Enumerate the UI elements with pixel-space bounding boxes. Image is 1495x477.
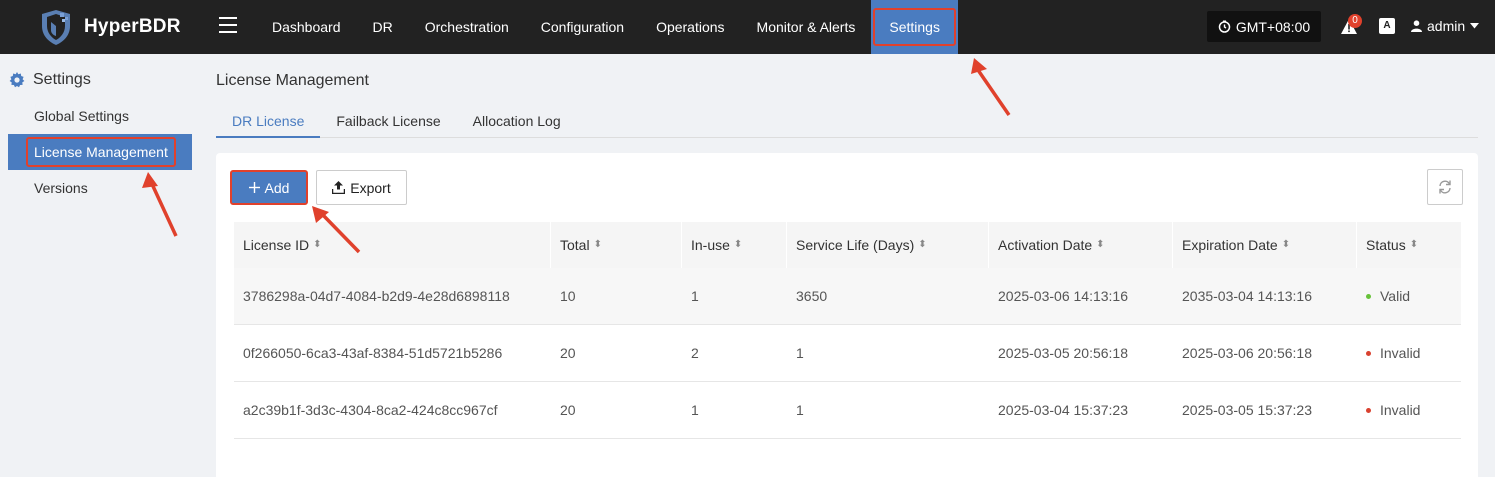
nav-settings[interactable]: Settings bbox=[871, 0, 958, 54]
column-label: Total bbox=[560, 237, 590, 253]
sidebar: Settings Global Settings License Managem… bbox=[0, 54, 200, 477]
sort-icon: ⬍ bbox=[733, 239, 743, 250]
expiration-date-cell: 2025-03-06 20:56:18 bbox=[1182, 345, 1312, 361]
status-label: Valid bbox=[1380, 288, 1411, 304]
in-use-cell: 1 bbox=[691, 288, 699, 304]
sort-icon: ⬍ bbox=[313, 239, 322, 250]
app-logo[interactable]: HyperBDR bbox=[38, 8, 181, 46]
nav-operations[interactable]: Operations bbox=[640, 0, 740, 54]
sidebar-item-versions[interactable]: Versions bbox=[8, 170, 192, 206]
tab-failback-license[interactable]: Failback License bbox=[320, 104, 456, 138]
activation-date-cell: 2025-03-05 20:56:18 bbox=[998, 345, 1128, 361]
nav-dashboard[interactable]: Dashboard bbox=[256, 0, 357, 54]
plus-icon bbox=[248, 182, 260, 193]
column-label: Service Life (Days) bbox=[796, 237, 915, 253]
refresh-button[interactable] bbox=[1427, 169, 1463, 205]
page-title: License Management bbox=[216, 72, 369, 89]
timezone-label: GMT+08:00 bbox=[1235, 18, 1311, 35]
nav-configuration[interactable]: Configuration bbox=[525, 0, 640, 54]
activation-date-cell: 2025-03-06 14:13:16 bbox=[998, 288, 1128, 304]
column-label: Activation Date bbox=[998, 237, 1093, 253]
total-cell: 10 bbox=[560, 288, 576, 304]
main-nav: Dashboard DR Orchestration Configuration… bbox=[256, 0, 958, 54]
top-navbar: HyperBDR Dashboard DR Orchestration Conf… bbox=[0, 0, 1495, 54]
status-label: Invalid bbox=[1380, 402, 1421, 418]
status-dot-icon bbox=[1366, 407, 1371, 413]
expiration-date-cell: 2035-03-04 14:13:16 bbox=[1182, 288, 1312, 304]
clock-icon bbox=[1218, 20, 1231, 33]
in-use-cell: 1 bbox=[691, 402, 699, 418]
export-button[interactable]: Export bbox=[316, 170, 407, 205]
activation-date-cell: 2025-03-04 15:37:23 bbox=[998, 402, 1128, 418]
service-life-cell: 1 bbox=[796, 402, 804, 418]
upload-icon bbox=[332, 181, 346, 194]
status-cell: Invalid bbox=[1357, 382, 1461, 439]
total-cell: 20 bbox=[560, 345, 576, 361]
column-header-in-use[interactable]: In-use ⬍ bbox=[682, 222, 787, 268]
sort-icon: ⬍ bbox=[1281, 239, 1291, 250]
column-header-activation-date[interactable]: Activation Date ⬍ bbox=[989, 222, 1173, 268]
sidebar-item-global-settings[interactable]: Global Settings bbox=[8, 98, 192, 134]
gear-icon bbox=[9, 72, 25, 88]
sidebar-item-label: License Management bbox=[26, 137, 176, 167]
sidebar-header: Settings bbox=[9, 71, 91, 89]
column-label: Status bbox=[1366, 237, 1406, 253]
shield-logo-icon bbox=[42, 10, 70, 45]
user-menu[interactable]: admin bbox=[1411, 18, 1480, 34]
sort-icon: ⬍ bbox=[593, 239, 602, 250]
column-header-expiration-date[interactable]: Expiration Date ⬍ bbox=[1173, 222, 1357, 268]
service-life-cell: 3650 bbox=[796, 288, 828, 304]
license-table: License ID ⬍ Total ⬍ In-use ⬍ Service Life … bbox=[234, 222, 1461, 439]
nav-settings-label: Settings bbox=[873, 8, 956, 46]
tab-allocation-log[interactable]: Allocation Log bbox=[457, 104, 577, 138]
export-button-label: Export bbox=[350, 179, 391, 196]
user-icon bbox=[1411, 20, 1422, 32]
status-cell: Invalid bbox=[1357, 325, 1461, 382]
alert-count-badge: 0 bbox=[1348, 14, 1362, 28]
sidebar-title: Settings bbox=[33, 71, 91, 88]
license-id-cell: 3786298a-04d7-4084-b2d9-4e28d6898118 bbox=[243, 288, 510, 304]
service-life-cell: 1 bbox=[796, 345, 804, 361]
total-cell: 20 bbox=[560, 402, 576, 418]
column-header-service-life[interactable]: Service Life (Days) ⬍ bbox=[787, 222, 989, 268]
table-row[interactable]: 3786298a-04d7-4084-b2d9-4e28d6898118 10 … bbox=[234, 268, 1461, 325]
column-header-status[interactable]: Status ⬍ bbox=[1357, 222, 1461, 268]
license-tabs: DR License Failback License Allocation L… bbox=[216, 104, 1478, 138]
nav-dr[interactable]: DR bbox=[357, 0, 409, 54]
timezone-display[interactable]: GMT+08:00 bbox=[1207, 11, 1321, 42]
nav-monitor-alerts[interactable]: Monitor & Alerts bbox=[741, 0, 872, 54]
column-header-license-id[interactable]: License ID ⬍ bbox=[234, 222, 551, 268]
nav-orchestration[interactable]: Orchestration bbox=[409, 0, 525, 54]
license-id-cell: a2c39b1f-3d3c-4304-8ca2-424c8cc967cf bbox=[243, 402, 498, 418]
column-label: License ID bbox=[243, 237, 310, 253]
add-license-button[interactable]: Add bbox=[230, 170, 308, 205]
table-row[interactable]: a2c39b1f-3d3c-4304-8ca2-424c8cc967cf 20 … bbox=[234, 382, 1461, 439]
status-dot-icon bbox=[1366, 350, 1371, 356]
expiration-date-cell: 2025-03-05 15:37:23 bbox=[1182, 402, 1312, 418]
column-label: Expiration Date bbox=[1182, 237, 1278, 253]
refresh-icon bbox=[1439, 180, 1451, 194]
in-use-cell: 2 bbox=[691, 345, 699, 361]
sort-icon: ⬍ bbox=[918, 239, 927, 250]
sort-icon: ⬍ bbox=[1096, 239, 1105, 250]
sort-icon: ⬍ bbox=[1409, 239, 1419, 250]
column-header-total[interactable]: Total ⬍ bbox=[551, 222, 682, 268]
table-row[interactable]: 0f266050-6ca3-43af-8384-51d5721b5286 20 … bbox=[234, 325, 1461, 382]
status-label: Invalid bbox=[1380, 345, 1421, 361]
status-cell: Valid bbox=[1357, 268, 1461, 325]
app-name: HyperBDR bbox=[84, 16, 181, 37]
table-header: License ID ⬍ Total ⬍ In-use ⬍ Service Life … bbox=[234, 222, 1461, 268]
add-button-label: Add bbox=[264, 179, 290, 196]
status-dot-icon bbox=[1366, 293, 1371, 299]
username: admin bbox=[1427, 18, 1466, 34]
menu-toggle-icon[interactable] bbox=[219, 17, 237, 33]
chevron-down-icon bbox=[1470, 23, 1480, 29]
license-card: Add Export License ID ⬍ Total ⬍ In-use ⬍ Se… bbox=[216, 153, 1478, 477]
license-id-cell: 0f266050-6ca3-43af-8384-51d5721b5286 bbox=[243, 345, 503, 361]
language-icon[interactable]: A bbox=[1379, 18, 1395, 34]
column-label: In-use bbox=[691, 237, 730, 253]
tab-dr-license[interactable]: DR License bbox=[216, 104, 321, 138]
sidebar-item-license-management[interactable]: License Management bbox=[8, 134, 192, 170]
